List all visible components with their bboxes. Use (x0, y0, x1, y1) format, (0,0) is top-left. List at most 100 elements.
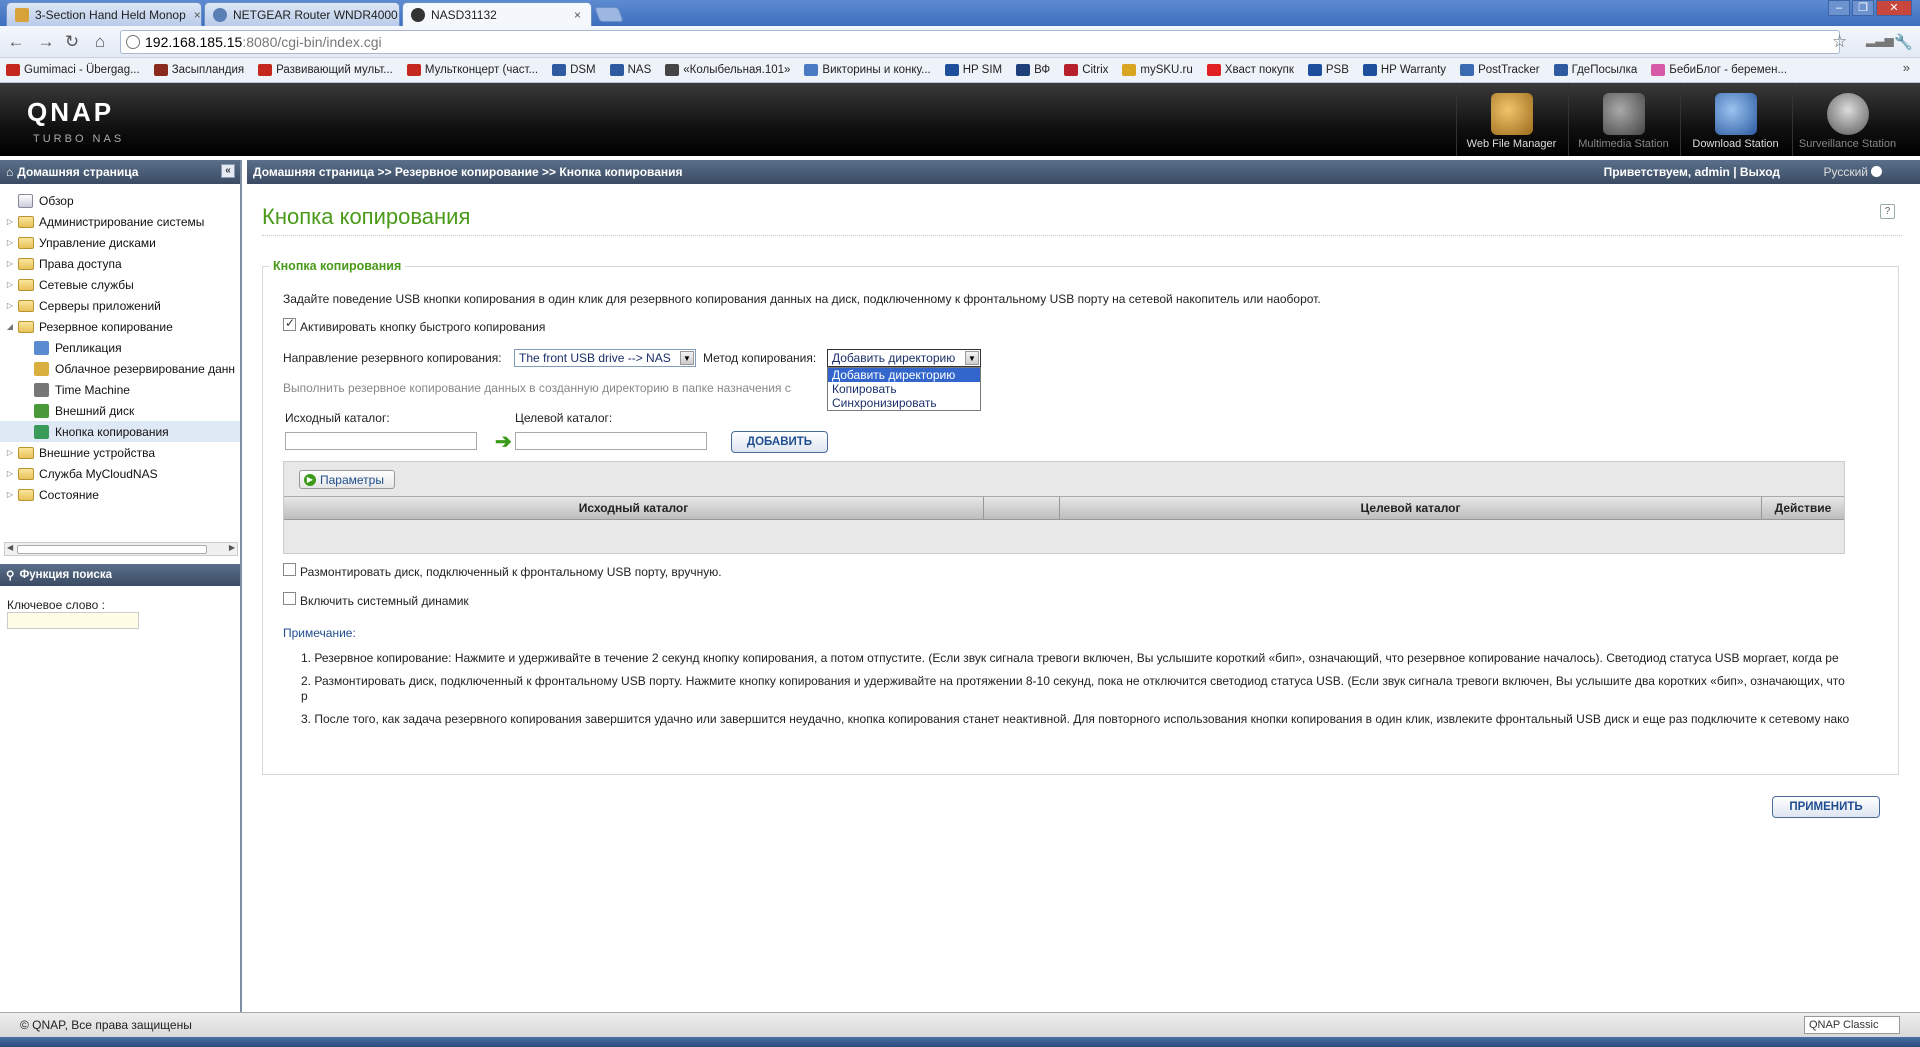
expand-arrow-icon[interactable]: ▷ (4, 301, 16, 310)
address-bar[interactable]: 192.168.185.15:8080/cgi-bin/index.cgi (120, 30, 1840, 54)
bookmark-item[interactable]: Citrix (1064, 64, 1108, 76)
reload-icon[interactable]: ↻ (62, 32, 82, 52)
sidebar-scrollbar[interactable]: ◀ ▶ (4, 542, 238, 556)
sidebar-item[interactable]: Репликация (0, 337, 240, 358)
theme-select[interactable]: QNAP Classic (1804, 1016, 1900, 1034)
method-option[interactable]: Добавить директорию (828, 368, 980, 382)
bookmark-label: БебиБлог - беремен... (1669, 64, 1788, 76)
sidebar-item[interactable]: ▷ Состояние (0, 484, 240, 505)
method-option[interactable]: Копировать (828, 382, 980, 396)
sidebar-item[interactable]: Кнопка копирования (0, 421, 240, 442)
target-input[interactable] (515, 432, 707, 450)
sidebar-item[interactable]: ▷ Серверы приложений (0, 295, 240, 316)
bookmark-item[interactable]: Хваст покупк (1206, 64, 1294, 76)
bookmark-star-icon[interactable]: ☆ (1832, 32, 1847, 52)
sidebar-item[interactable]: ▷ Внешние устройства (0, 442, 240, 463)
sidebar-item[interactable]: ◢ Резервное копирование (0, 316, 240, 337)
add-button[interactable]: ДОБАВИТЬ (731, 431, 828, 453)
sidebar-item[interactable]: ▷ Администрирование системы (0, 211, 240, 232)
close-tab-icon[interactable]: × (566, 8, 581, 22)
column-action[interactable]: Действие (1762, 497, 1844, 519)
keyword-input[interactable] (7, 612, 139, 629)
tab-nasd[interactable]: NASD31132 × (402, 2, 592, 26)
expand-arrow-icon[interactable]: ▷ (4, 280, 16, 289)
tab-monopod[interactable]: 3-Section Hand Held Monop × (6, 2, 202, 26)
wrench-icon[interactable]: 🔧 (1894, 33, 1913, 51)
expand-arrow-icon[interactable]: ▷ (4, 217, 16, 226)
bookmark-item[interactable]: ВФ (1016, 64, 1050, 76)
navigation-tree: Обзор ▷ Администрирование системы ▷ Управлен… (0, 184, 240, 505)
bookmark-item[interactable]: «Колыбельная.101» (665, 64, 790, 76)
method-option[interactable]: Синхронизировать (828, 396, 980, 410)
bookmark-item[interactable]: HP SIM (944, 64, 1002, 76)
forward-arrow-icon[interactable]: → (36, 32, 56, 52)
close-tab-icon[interactable]: × (398, 8, 399, 22)
sidebar-item[interactable]: Внешний диск (0, 400, 240, 421)
close-tab-icon[interactable]: × (186, 8, 201, 22)
bookmark-item[interactable]: HP Warranty (1362, 64, 1446, 76)
collapse-arrow-icon[interactable]: ◢ (4, 322, 16, 331)
column-source[interactable]: Исходный каталог (284, 497, 984, 519)
bookmark-item[interactable]: Развивающий мульт... (258, 64, 393, 76)
scroll-left-icon[interactable]: ◀ (7, 543, 13, 552)
direction-select[interactable]: The front USB drive --> NAS ▼ (514, 349, 696, 367)
parameters-label: Параметры (320, 472, 384, 487)
language-select[interactable]: Русский (1823, 165, 1882, 179)
expand-arrow-icon[interactable]: ▷ (4, 448, 16, 457)
tab-netgear[interactable]: NETGEAR Router WNDR4000 × (204, 2, 400, 26)
sidebar-item[interactable]: Обзор (0, 190, 240, 211)
speaker-checkbox[interactable] (283, 592, 296, 605)
minimize-icon[interactable]: – (1828, 0, 1850, 16)
activate-checkbox[interactable] (283, 316, 296, 331)
column-target[interactable]: Целевой каталог (1060, 497, 1762, 519)
scroll-right-icon[interactable]: ▶ (229, 543, 235, 552)
sidebar-item[interactable]: Облачное резервирование данн (0, 358, 240, 379)
collapse-sidebar-icon[interactable]: « (221, 164, 235, 178)
bookmark-item[interactable]: Засыпландия (153, 64, 244, 76)
title-divider (262, 235, 1902, 236)
expand-arrow-icon[interactable]: ▷ (4, 238, 16, 247)
bookmark-item[interactable]: NAS (609, 64, 651, 76)
bookmark-item[interactable]: ГдеПосылка (1553, 64, 1637, 76)
web-file-manager-button[interactable]: Web File Manager (1456, 83, 1566, 156)
maximize-icon[interactable]: ❐ (1852, 0, 1874, 16)
sidebar-item[interactable]: ▷ Управление дисками (0, 232, 240, 253)
note-item: 1. Резервное копирование: Нажмите и удер… (301, 651, 1839, 665)
unmount-checkbox[interactable] (283, 563, 296, 576)
theme-value: QNAP Classic (1809, 1019, 1879, 1031)
sidebar-title[interactable]: Домашняя страница (17, 165, 138, 179)
bookmark-item[interactable]: PSB (1307, 64, 1349, 76)
expand-arrow-icon[interactable]: ▷ (4, 469, 16, 478)
sidebar-item[interactable]: ▷ Права доступа (0, 253, 240, 274)
help-icon[interactable]: ? (1880, 204, 1895, 219)
bookmark-item[interactable]: mySKU.ru (1122, 64, 1193, 76)
bookmark-item[interactable]: DSM (552, 64, 596, 76)
expand-arrow-icon[interactable]: ▷ (4, 259, 16, 268)
method-select[interactable]: Добавить директорию ▼ (827, 349, 981, 367)
parameters-button[interactable]: ▶ Параметры (299, 470, 395, 489)
multimedia-station-button[interactable]: Multimedia Station (1568, 83, 1678, 156)
sidebar-item[interactable]: ▷ Сетевые службы (0, 274, 240, 295)
apply-button[interactable]: ПРИМЕНИТЬ (1772, 796, 1880, 818)
download-station-button[interactable]: Download Station (1680, 83, 1790, 156)
new-tab-button[interactable] (594, 7, 624, 22)
bookmark-item[interactable]: Gumimaci - Übergag... (6, 64, 140, 76)
bookmark-item[interactable]: Мультконцерт (част... (406, 64, 538, 76)
chevron-down-icon[interactable]: ▼ (965, 351, 979, 365)
close-window-icon[interactable]: ✕ (1876, 0, 1912, 16)
source-input[interactable] (285, 432, 477, 450)
bookmark-item[interactable]: БебиБлог - беремен... (1651, 64, 1787, 76)
bookmarks-more-icon[interactable]: » (1903, 60, 1910, 75)
surveillance-station-button[interactable]: Surveillance Station (1792, 83, 1902, 156)
back-arrow-icon[interactable]: ← (6, 32, 26, 52)
bookmark-item[interactable]: PostTracker (1460, 64, 1540, 76)
home-icon[interactable]: ⌂ (90, 32, 110, 52)
page-info-icon[interactable] (126, 35, 140, 49)
user-greeting[interactable]: Приветствуем, admin | Выход (1604, 165, 1780, 179)
sidebar-item[interactable]: Time Machine (0, 379, 240, 400)
bookmark-item[interactable]: Викторины и конку... (804, 64, 931, 76)
sidebar-item[interactable]: ▷ Служба MyCloudNAS (0, 463, 240, 484)
scrollbar-thumb[interactable] (17, 545, 207, 554)
chevron-down-icon[interactable]: ▼ (680, 351, 694, 365)
expand-arrow-icon[interactable]: ▷ (4, 490, 16, 499)
